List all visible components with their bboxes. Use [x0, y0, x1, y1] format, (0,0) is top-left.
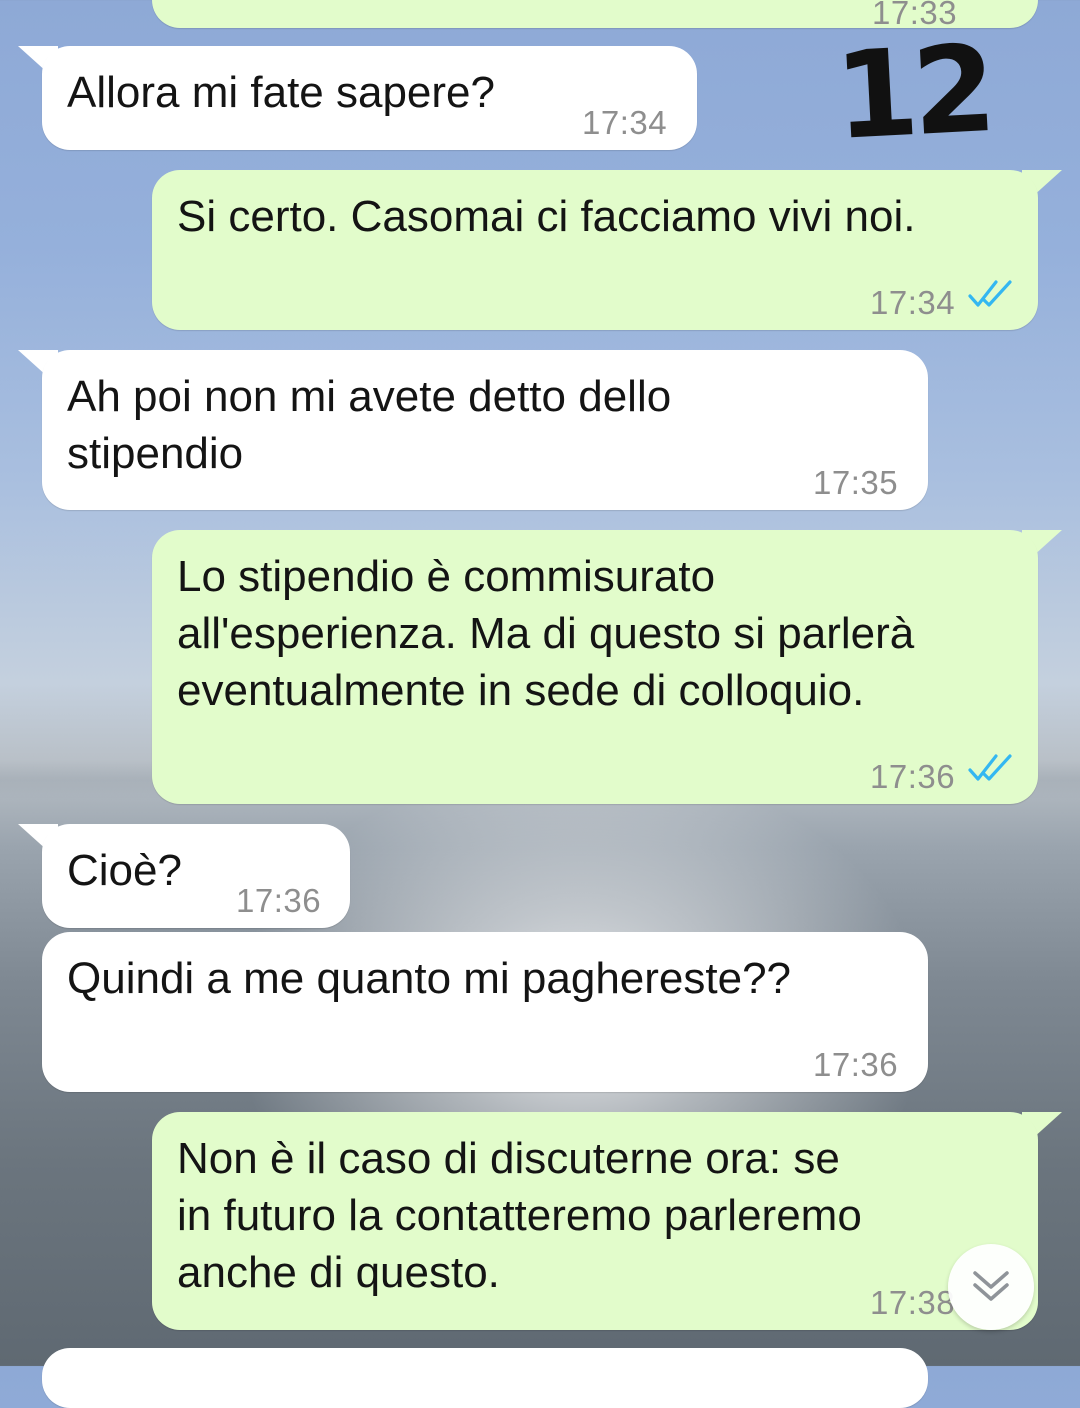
- message-text: Cioè?: [67, 846, 182, 895]
- message-text: Quindi a me quanto mi paghereste??: [67, 954, 792, 1003]
- handwritten-number-annotation: 12: [831, 20, 994, 167]
- message-text: Non è il caso di discuterne ora: se in f…: [177, 1134, 862, 1297]
- message-bubble-incoming[interactable]: [42, 1348, 928, 1408]
- message-bubble-incoming[interactable]: Allora mi fate sapere? 17:34: [42, 46, 697, 150]
- message-text: Allora mi fate sapere?: [67, 68, 495, 117]
- message-bubble-incoming[interactable]: Cioè? 17:36: [42, 824, 350, 928]
- message-time: 17:34: [870, 284, 956, 321]
- double-check-icon: [968, 280, 1012, 307]
- message-time: 17:38: [870, 1284, 956, 1321]
- message-bubble-incoming[interactable]: Quindi a me quanto mi paghereste?? 17:36: [42, 932, 928, 1092]
- message-text: Lo stipendio è commisurato all'esperienz…: [177, 552, 915, 715]
- message-time: 17:36: [870, 758, 956, 795]
- message-text: Si certo. Casomai ci facciamo vivi noi.: [177, 192, 916, 241]
- message-bubble-incoming[interactable]: Ah poi non mi avete detto dello stipendi…: [42, 350, 928, 510]
- message-bubble-outgoing[interactable]: Non è il caso di discuterne ora: se in f…: [152, 1112, 1038, 1330]
- chevron-double-down-icon: [973, 1271, 1009, 1301]
- message-time: 17:34: [582, 104, 668, 141]
- double-check-icon: [968, 754, 1012, 781]
- message-time: 17:36: [236, 882, 322, 919]
- message-time: 17:36: [813, 1046, 899, 1083]
- message-bubble-outgoing[interactable]: Lo stipendio è commisurato all'esperienz…: [152, 530, 1038, 804]
- message-bubble-outgoing[interactable]: Si certo. Casomai ci facciamo vivi noi. …: [152, 170, 1038, 330]
- scroll-to-bottom-button[interactable]: [948, 1244, 1034, 1330]
- message-time: 17:35: [813, 464, 899, 501]
- message-text: Ah poi non mi avete detto dello stipendi…: [67, 372, 672, 478]
